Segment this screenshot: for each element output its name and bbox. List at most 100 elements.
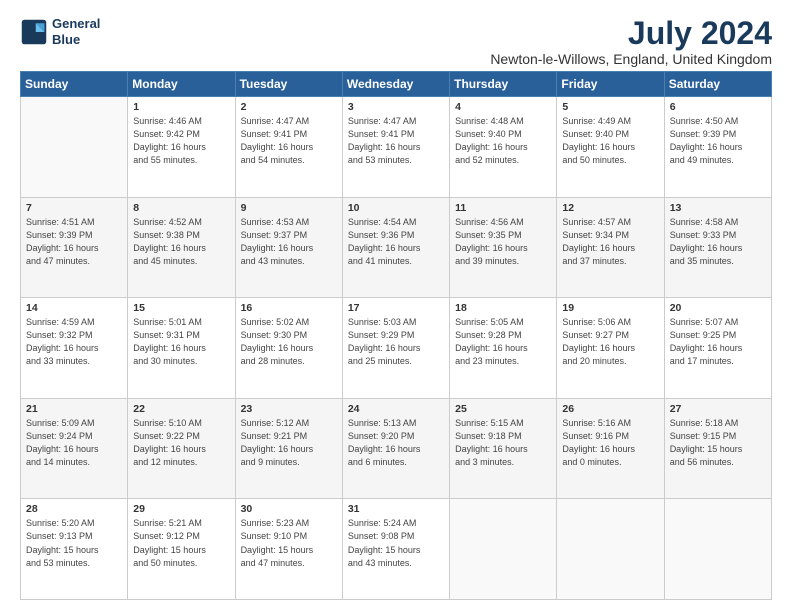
calendar-cell: 26Sunrise: 5:16 AM Sunset: 9:16 PM Dayli…: [557, 398, 664, 499]
day-info: Sunrise: 4:58 AM Sunset: 9:33 PM Dayligh…: [670, 216, 766, 268]
day-info: Sunrise: 5:20 AM Sunset: 9:13 PM Dayligh…: [26, 517, 122, 569]
day-info: Sunrise: 4:54 AM Sunset: 9:36 PM Dayligh…: [348, 216, 444, 268]
day-number: 13: [670, 202, 766, 214]
day-number: 21: [26, 403, 122, 415]
calendar-cell: 2 Sunrise: 4:47 AM Sunset: 9:41 PM Daylig…: [235, 97, 342, 198]
calendar-table: SundayMondayTuesdayWednesdayThursdayFrid…: [20, 71, 772, 600]
calendar-cell: 19 Sunrise: 5:06 AM Sunset: 9:27 PM Dayli…: [557, 298, 664, 399]
calendar-cell: 20 Sunrise: 5:07 AM Sunset: 9:25 PM Dayli…: [664, 298, 771, 399]
weekday-header-monday: Monday: [128, 72, 235, 97]
day-info: Sunrise: 4:56 AM Sunset: 9:35 PM Dayligh…: [455, 216, 551, 268]
calendar-cell: 12 Sunrise: 4:57 AM Sunset: 9:34 PM Dayli…: [557, 197, 664, 298]
calendar-cell: 31Sunrise: 5:24 AM Sunset: 9:08 PM Dayli…: [342, 499, 449, 600]
day-info: Sunrise: 5:06 AM Sunset: 9:27 PM Dayligh…: [562, 316, 658, 368]
calendar-week-5: 28 Sunrise: 5:20 AM Sunset: 9:13 PM Dayli…: [21, 499, 772, 600]
day-info: Sunrise: 4:53 AM Sunset: 9:37 PM Dayligh…: [241, 216, 337, 268]
day-info: Sunrise: 5:05 AM Sunset: 9:28 PM Dayligh…: [455, 316, 551, 368]
calendar-cell: 8Sunrise: 4:52 AM Sunset: 9:38 PM Daylig…: [128, 197, 235, 298]
calendar-cell: 4 Sunrise: 4:48 AM Sunset: 9:40 PM Daylig…: [450, 97, 557, 198]
day-number: 11: [455, 202, 551, 214]
calendar-cell: 9 Sunrise: 4:53 AM Sunset: 9:37 PM Daylig…: [235, 197, 342, 298]
logo-line2: Blue: [52, 32, 100, 48]
calendar-week-3: 14 Sunrise: 4:59 AM Sunset: 9:32 PM Dayli…: [21, 298, 772, 399]
day-number: 16: [241, 302, 337, 314]
day-number: 7: [26, 202, 122, 214]
calendar-cell: 23 Sunrise: 5:12 AM Sunset: 9:21 PM Dayli…: [235, 398, 342, 499]
weekday-header-sunday: Sunday: [21, 72, 128, 97]
day-info: Sunrise: 5:13 AM Sunset: 9:20 PM Dayligh…: [348, 417, 444, 469]
calendar-cell: 18 Sunrise: 5:05 AM Sunset: 9:28 PM Dayli…: [450, 298, 557, 399]
day-number: 28: [26, 503, 122, 515]
day-number: 10: [348, 202, 444, 214]
day-number: 12: [562, 202, 658, 214]
calendar-cell: [21, 97, 128, 198]
day-number: 19: [562, 302, 658, 314]
day-number: 1: [133, 101, 229, 113]
calendar-cell: 15 Sunrise: 5:01 AM Sunset: 9:31 PM Dayli…: [128, 298, 235, 399]
day-info: Sunrise: 4:50 AM Sunset: 9:39 PM Dayligh…: [670, 115, 766, 167]
calendar-cell: 22 Sunrise: 5:10 AM Sunset: 9:22 PM Dayli…: [128, 398, 235, 499]
day-info: Sunrise: 5:18 AM Sunset: 9:15 PM Dayligh…: [670, 417, 766, 469]
day-info: Sunrise: 5:15 AM Sunset: 9:18 PM Dayligh…: [455, 417, 551, 469]
day-number: 18: [455, 302, 551, 314]
day-info: Sunrise: 5:01 AM Sunset: 9:31 PM Dayligh…: [133, 316, 229, 368]
day-info: Sunrise: 5:23 AM Sunset: 9:10 PM Dayligh…: [241, 517, 337, 569]
calendar-cell: [557, 499, 664, 600]
calendar-cell: 6 Sunrise: 4:50 AM Sunset: 9:39 PM Daylig…: [664, 97, 771, 198]
calendar-cell: 16 Sunrise: 5:02 AM Sunset: 9:30 PM Dayli…: [235, 298, 342, 399]
day-info: Sunrise: 4:59 AM Sunset: 9:32 PM Dayligh…: [26, 316, 122, 368]
calendar-cell: 5Sunrise: 4:49 AM Sunset: 9:40 PM Daylig…: [557, 97, 664, 198]
day-number: 5: [562, 101, 658, 113]
calendar-cell: 28 Sunrise: 5:20 AM Sunset: 9:13 PM Dayli…: [21, 499, 128, 600]
weekday-header-saturday: Saturday: [664, 72, 771, 97]
day-info: Sunrise: 4:46 AM Sunset: 9:42 PM Dayligh…: [133, 115, 229, 167]
day-number: 2: [241, 101, 337, 113]
weekday-header-tuesday: Tuesday: [235, 72, 342, 97]
main-title: July 2024: [490, 16, 772, 51]
day-info: Sunrise: 5:02 AM Sunset: 9:30 PM Dayligh…: [241, 316, 337, 368]
calendar-cell: 13 Sunrise: 4:58 AM Sunset: 9:33 PM Dayli…: [664, 197, 771, 298]
day-number: 26: [562, 403, 658, 415]
day-info: Sunrise: 5:12 AM Sunset: 9:21 PM Dayligh…: [241, 417, 337, 469]
day-info: Sunrise: 5:03 AM Sunset: 9:29 PM Dayligh…: [348, 316, 444, 368]
day-number: 22: [133, 403, 229, 415]
calendar-week-1: 1 Sunrise: 4:46 AM Sunset: 9:42 PM Daylig…: [21, 97, 772, 198]
day-number: 15: [133, 302, 229, 314]
calendar-cell: 27 Sunrise: 5:18 AM Sunset: 9:15 PM Dayli…: [664, 398, 771, 499]
day-info: Sunrise: 4:47 AM Sunset: 9:41 PM Dayligh…: [348, 115, 444, 167]
day-info: Sunrise: 5:07 AM Sunset: 9:25 PM Dayligh…: [670, 316, 766, 368]
calendar-body: 1 Sunrise: 4:46 AM Sunset: 9:42 PM Daylig…: [21, 97, 772, 600]
weekday-header-thursday: Thursday: [450, 72, 557, 97]
day-number: 30: [241, 503, 337, 515]
day-info: Sunrise: 5:09 AM Sunset: 9:24 PM Dayligh…: [26, 417, 122, 469]
day-number: 20: [670, 302, 766, 314]
day-number: 25: [455, 403, 551, 415]
calendar-cell: 11 Sunrise: 4:56 AM Sunset: 9:35 PM Dayli…: [450, 197, 557, 298]
calendar-cell: 7Sunrise: 4:51 AM Sunset: 9:39 PM Daylig…: [21, 197, 128, 298]
day-number: 14: [26, 302, 122, 314]
calendar-week-4: 21 Sunrise: 5:09 AM Sunset: 9:24 PM Dayli…: [21, 398, 772, 499]
calendar-cell: 21 Sunrise: 5:09 AM Sunset: 9:24 PM Dayli…: [21, 398, 128, 499]
day-number: 4: [455, 101, 551, 113]
day-info: Sunrise: 5:10 AM Sunset: 9:22 PM Dayligh…: [133, 417, 229, 469]
subtitle: Newton-le-Willows, England, United Kingd…: [490, 51, 772, 67]
calendar-cell: 1 Sunrise: 4:46 AM Sunset: 9:42 PM Daylig…: [128, 97, 235, 198]
weekday-header-row: SundayMondayTuesdayWednesdayThursdayFrid…: [21, 72, 772, 97]
header: General Blue July 2024 Newton-le-Willows…: [20, 16, 772, 67]
day-number: 27: [670, 403, 766, 415]
day-info: Sunrise: 4:57 AM Sunset: 9:34 PM Dayligh…: [562, 216, 658, 268]
day-info: Sunrise: 5:21 AM Sunset: 9:12 PM Dayligh…: [133, 517, 229, 569]
day-number: 23: [241, 403, 337, 415]
day-number: 6: [670, 101, 766, 113]
day-number: 3: [348, 101, 444, 113]
logo-text: General Blue: [52, 16, 100, 47]
calendar-cell: 24Sunrise: 5:13 AM Sunset: 9:20 PM Dayli…: [342, 398, 449, 499]
day-info: Sunrise: 4:47 AM Sunset: 9:41 PM Dayligh…: [241, 115, 337, 167]
calendar-cell: 29Sunrise: 5:21 AM Sunset: 9:12 PM Dayli…: [128, 499, 235, 600]
day-number: 9: [241, 202, 337, 214]
page: General Blue July 2024 Newton-le-Willows…: [0, 0, 792, 612]
calendar-cell: 25 Sunrise: 5:15 AM Sunset: 9:18 PM Dayli…: [450, 398, 557, 499]
day-info: Sunrise: 4:48 AM Sunset: 9:40 PM Dayligh…: [455, 115, 551, 167]
logo: General Blue: [20, 16, 100, 47]
calendar-week-2: 7Sunrise: 4:51 AM Sunset: 9:39 PM Daylig…: [21, 197, 772, 298]
